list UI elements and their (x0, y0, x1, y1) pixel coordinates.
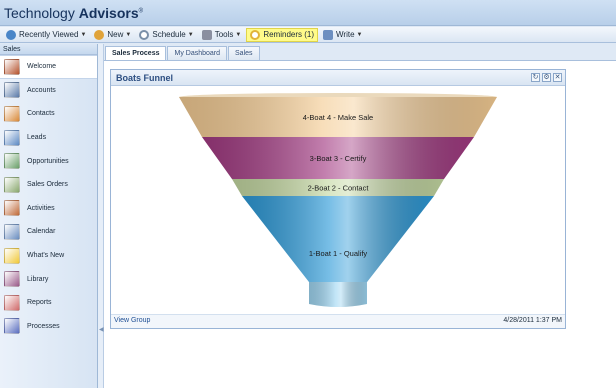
funnel-stage-label: 2-Boat 2 - Contact (308, 184, 370, 193)
sidebar-item-reports[interactable]: Reports (0, 291, 97, 315)
logo-bold-text: Advisors (78, 5, 139, 21)
schedule-menu[interactable]: Schedule ▼ (136, 28, 196, 42)
leads-icon (4, 129, 20, 146)
funnel-stage-label: 3-Boat 3 - Certify (310, 154, 367, 163)
chevron-down-icon: ▼ (187, 31, 194, 38)
settings-icon[interactable]: ⚙ (542, 73, 551, 82)
sidebar-item-contacts[interactable]: Contacts (0, 102, 97, 126)
sidebar-item-label: Reports (27, 299, 52, 307)
sidebar-item-label: Library (27, 275, 49, 283)
tab-sales-process[interactable]: Sales Process (105, 46, 167, 60)
sidebar-item-label: Activities (27, 204, 55, 212)
funnel-spout-highlight (309, 282, 367, 307)
new-label: New (107, 30, 124, 39)
funnel-chart: 4-Boat 4 - Make Sale 3-Boat 3 - Certify 2-… (111, 86, 565, 314)
calendar-icon (4, 223, 20, 240)
pencil-icon (323, 29, 334, 40)
sidebar-item-leads[interactable]: Leads (0, 126, 97, 150)
sidebar-item-accounts[interactable]: Accounts (0, 79, 97, 103)
contacts-icon (4, 105, 20, 122)
sidebar-item-library[interactable]: Library (0, 267, 97, 291)
sidebar-item-sales-orders[interactable]: Sales Orders (0, 173, 97, 197)
panel-footer: View Group 4/28/2011 1:37 PM (111, 314, 565, 328)
sidebar-item-label: Welcome (27, 63, 57, 71)
sidebar-nav: Welcome Accounts Contacts Leads Opportunitie… (0, 55, 97, 338)
chevron-down-icon: ▼ (235, 31, 242, 38)
sidebar-item-label: Contacts (27, 110, 55, 118)
tab-my-dashboard[interactable]: My Dashboard (167, 46, 228, 60)
logo-mark: ® (138, 8, 144, 15)
processes-icon (4, 318, 20, 335)
refresh-icon[interactable]: ↻ (531, 73, 540, 82)
sidebar-item-label: Sales Orders (27, 181, 68, 189)
sidebar-item-label: What's New (27, 252, 65, 260)
sidebar-item-label: Leads (27, 134, 47, 142)
main-toolbar: Recently Viewed ▼ New ▼ Schedule ▼ Tools… (0, 27, 616, 43)
new-person-icon (94, 29, 105, 40)
sidebar-item-activities[interactable]: Activities (0, 197, 97, 221)
write-label: Write (336, 30, 355, 39)
lightbulb-icon (4, 247, 20, 264)
chevron-down-icon: ▼ (80, 31, 87, 38)
new-menu[interactable]: New ▼ (91, 28, 134, 42)
home-icon (4, 58, 20, 75)
building-icon (4, 82, 20, 99)
tools-label: Tools (214, 30, 234, 39)
sidebar-item-welcome[interactable]: Welcome (0, 55, 97, 79)
sidebar-item-label: Processes (27, 322, 60, 330)
schedule-label: Schedule (152, 30, 186, 39)
sidebar-item-label: Opportunities (27, 157, 69, 165)
sidebar-title: Sales (0, 44, 97, 55)
timestamp: 4/28/2011 1:37 PM (503, 317, 562, 324)
sidebar-item-label: Accounts (27, 86, 56, 94)
opportunities-icon (4, 153, 20, 170)
write-menu[interactable]: Write ▼ (320, 28, 365, 42)
tab-sales[interactable]: Sales (228, 46, 260, 60)
app-header: Technology Advisors® (0, 0, 616, 26)
recently-viewed-label: Recently Viewed (19, 30, 79, 39)
panel-header: Boats Funnel ↻ ⚙ ✕ (111, 70, 565, 86)
sidebar-item-label: Calendar (27, 228, 56, 236)
reminders-label: Reminders (1) (263, 30, 315, 39)
close-icon[interactable]: ✕ (553, 73, 562, 82)
main-tabs: Sales Process My Dashboard Sales (105, 46, 261, 60)
reminders-button[interactable]: Reminders (1) (246, 27, 319, 42)
logo-light-text: Technology (4, 5, 79, 21)
sidebar-item-what-s-new[interactable]: What's New (0, 244, 97, 268)
chevron-down-icon: ▼ (125, 31, 132, 38)
reports-icon (4, 294, 20, 311)
alarm-clock-icon (250, 29, 261, 40)
clipboard-icon (4, 200, 20, 217)
view-group-link[interactable]: View Group (114, 317, 150, 324)
tools-icon (201, 29, 212, 40)
funnel-svg: 4-Boat 4 - Make Sale 3-Boat 3 - Certify 2-… (179, 93, 497, 307)
chevron-down-icon: ▼ (356, 31, 363, 38)
tools-menu[interactable]: Tools ▼ (199, 28, 245, 42)
history-icon (6, 29, 16, 40)
sidebar-item-calendar[interactable]: Calendar (0, 220, 97, 244)
app-logo: Technology Advisors® (4, 5, 143, 21)
collapse-arrow-icon[interactable]: ◀ (99, 326, 104, 333)
sidebar: Sales Welcome Accounts Contacts Leads Opport… (0, 44, 98, 388)
funnel-stage-label: 1-Boat 1 - Qualify (309, 249, 368, 258)
books-icon (4, 271, 20, 288)
funnel-panel: Boats Funnel ↻ ⚙ ✕ 4-Boat 4 - Make Sale 3… (110, 69, 566, 329)
sidebar-item-opportunities[interactable]: Opportunities (0, 149, 97, 173)
panel-title: Boats Funnel (116, 73, 174, 83)
panel-buttons: ↻ ⚙ ✕ (529, 73, 562, 82)
clock-icon (139, 29, 150, 40)
sales-orders-icon (4, 176, 20, 193)
funnel-stage-highlight (242, 196, 434, 282)
recently-viewed-menu[interactable]: Recently Viewed ▼ (3, 28, 89, 42)
sidebar-item-processes[interactable]: Processes (0, 315, 97, 339)
funnel-stage-label: 4-Boat 4 - Make Sale (303, 113, 373, 122)
